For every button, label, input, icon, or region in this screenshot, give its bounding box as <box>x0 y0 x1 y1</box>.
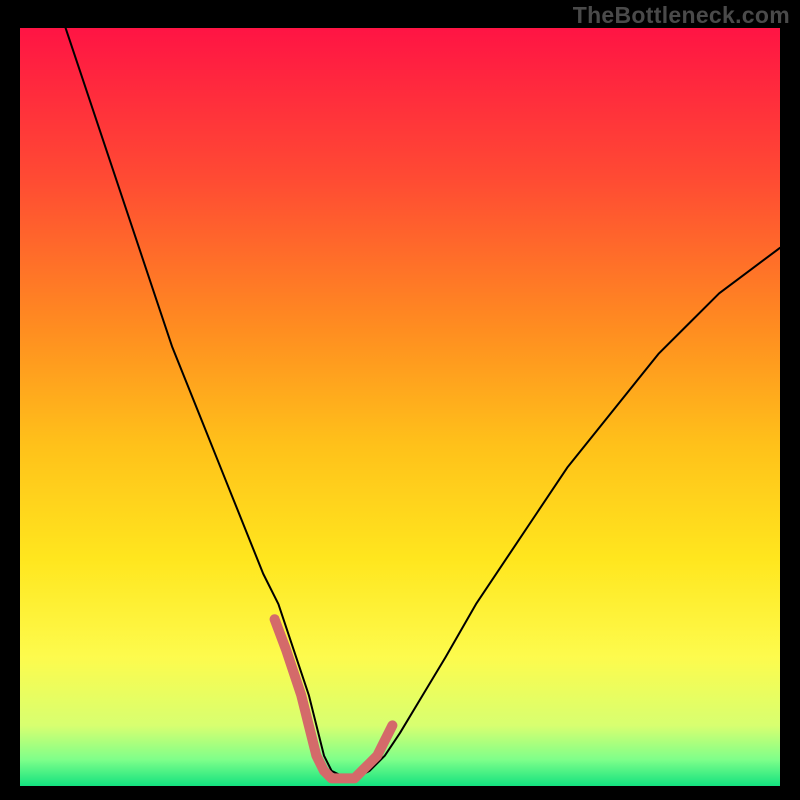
chart-background <box>20 28 780 786</box>
watermark-text: TheBottleneck.com <box>573 2 790 29</box>
plot-area <box>20 28 780 786</box>
chart-svg <box>20 28 780 786</box>
chart-stage: TheBottleneck.com <box>0 0 800 800</box>
